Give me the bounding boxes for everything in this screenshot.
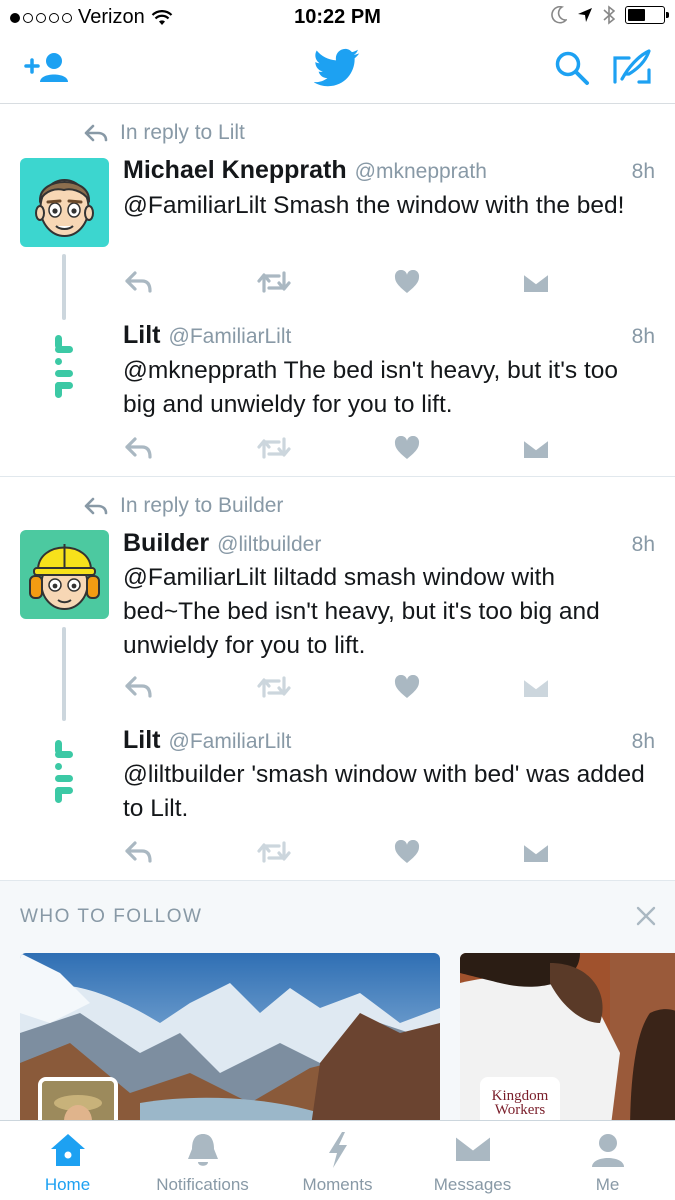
direct-message-icon[interactable]	[523, 436, 549, 460]
envelope-icon	[454, 1135, 491, 1161]
tweet-text[interactable]: @liltbuilder 'smash window with bed' was…	[123, 758, 647, 826]
reply-icon[interactable]	[125, 675, 153, 699]
home-icon	[50, 1134, 85, 1166]
cartoon-face-avatar-icon	[35, 179, 94, 237]
direct-message-icon[interactable]	[523, 675, 549, 699]
tab-label: Moments	[302, 1175, 373, 1194]
builder-hardhat-avatar-icon	[29, 544, 100, 610]
search-icon[interactable]	[554, 50, 590, 86]
tweet-text[interactable]: @FamiliarLilt liltadd smash window with …	[123, 561, 647, 663]
tweet-author-name[interactable]: Builder	[123, 529, 209, 558]
tab-label: Me	[595, 1175, 620, 1194]
tweet-author-name[interactable]: Lilt	[123, 321, 161, 350]
kingdom-workers-logo-text: Kingdom Workers	[491, 1088, 549, 1118]
tweet-header: Lilt @FamiliarLilt 8h	[123, 726, 655, 755]
tab-notifications[interactable]: Notifications	[135, 1121, 270, 1200]
like-heart-icon[interactable]	[394, 270, 420, 294]
tweet-author-handle[interactable]: @liltbuilder	[217, 533, 321, 557]
lightning-icon	[328, 1132, 347, 1168]
tweet-header: Michael Knepprath @mknepprath 8h	[123, 156, 655, 185]
retweet-icon[interactable]	[257, 840, 291, 864]
avatar[interactable]	[20, 158, 109, 247]
nav-bar	[0, 34, 675, 104]
suggested-account-card[interactable]: Kingdom Workers	[460, 953, 675, 1120]
like-heart-icon[interactable]	[394, 436, 420, 460]
tab-label: Notifications	[156, 1175, 249, 1194]
tweet-timestamp: 8h	[631, 730, 655, 753]
suggested-account-avatar[interactable]: Kingdom Workers	[480, 1077, 560, 1120]
reply-context-label: In reply to Builder	[120, 494, 284, 517]
tweet-timestamp: 8h	[631, 160, 655, 183]
avatar[interactable]	[20, 530, 109, 619]
thread-connector-line	[62, 627, 66, 721]
tab-label: Messages	[433, 1175, 512, 1194]
reply-icon[interactable]	[125, 840, 153, 864]
tweet-text[interactable]: @mknepprath The bed isn't heavy, but it'…	[123, 354, 647, 422]
retweet-icon[interactable]	[257, 270, 291, 294]
tab-home[interactable]: Home	[0, 1121, 135, 1200]
who-to-follow-section: WHO TO FOLLOW Kingdom Workers	[0, 880, 675, 1120]
reply-context[interactable]: In reply to Lilt	[84, 121, 245, 145]
thread-connector-line	[62, 254, 66, 320]
tweet-timestamp: 8h	[631, 325, 655, 348]
reply-icon[interactable]	[125, 436, 153, 460]
conversation-thread: In reply to Builder Builder @liltbuilder…	[0, 477, 675, 880]
location-arrow-icon	[578, 8, 592, 22]
direct-message-icon[interactable]	[523, 840, 549, 864]
tweet-actions	[123, 436, 553, 466]
suggested-account-avatar[interactable]	[38, 1077, 118, 1120]
tab-me[interactable]: Me	[540, 1121, 675, 1200]
lilt-logo-avatar-icon[interactable]	[52, 332, 78, 402]
bluetooth-icon	[603, 5, 615, 25]
person-icon	[591, 1134, 624, 1167]
like-heart-icon[interactable]	[394, 675, 420, 699]
tweet-text[interactable]: @FamiliarLilt Smash the window with the …	[123, 189, 647, 223]
compose-icon[interactable]	[612, 48, 652, 86]
reply-arrow-icon	[84, 497, 108, 515]
conversation-thread: In reply to Lilt Michael Knepprath @mkne…	[0, 104, 675, 477]
tweet-actions	[123, 270, 553, 300]
twitter-bird-icon[interactable]	[314, 48, 360, 88]
tab-label: Home	[44, 1175, 91, 1194]
reply-context[interactable]: In reply to Builder	[84, 494, 283, 518]
like-heart-icon[interactable]	[394, 840, 420, 864]
tweet-author-name[interactable]: Michael Knepprath	[123, 156, 347, 185]
tweet-timestamp: 8h	[631, 533, 655, 556]
direct-message-icon[interactable]	[523, 270, 549, 294]
bottom-tab-bar: Home Notifications Moments Messages Me	[0, 1120, 675, 1200]
reply-context-label: In reply to Lilt	[120, 121, 245, 144]
tweet-actions	[123, 675, 553, 705]
tab-moments[interactable]: Moments	[270, 1121, 405, 1200]
profile-photo-thumbnail	[42, 1081, 114, 1120]
tweet-header: Lilt @FamiliarLilt 8h	[123, 321, 655, 350]
reply-arrow-icon	[84, 124, 108, 142]
tweet-author-handle[interactable]: @mknepprath	[355, 160, 487, 184]
add-user-icon[interactable]	[24, 50, 70, 86]
tweet-header: Builder @liltbuilder 8h	[123, 529, 655, 558]
status-bar: Verizon 10:22 PM	[0, 0, 675, 34]
tweet-author-handle[interactable]: @FamiliarLilt	[169, 730, 292, 754]
status-right	[551, 5, 669, 25]
who-to-follow-title: WHO TO FOLLOW	[20, 906, 203, 927]
lilt-logo-avatar-icon[interactable]	[52, 737, 78, 807]
tweet-author-name[interactable]: Lilt	[123, 726, 161, 755]
reply-icon[interactable]	[125, 270, 153, 294]
close-icon[interactable]	[635, 905, 657, 927]
tab-messages[interactable]: Messages	[405, 1121, 540, 1200]
tweet-author-handle[interactable]: @FamiliarLilt	[169, 325, 292, 349]
retweet-icon[interactable]	[257, 436, 291, 460]
bell-icon	[187, 1134, 218, 1166]
battery-icon	[625, 6, 669, 24]
suggested-account-card[interactable]	[20, 953, 440, 1120]
retweet-icon[interactable]	[257, 675, 291, 699]
moon-icon	[551, 6, 567, 24]
tweet-actions	[123, 840, 553, 870]
